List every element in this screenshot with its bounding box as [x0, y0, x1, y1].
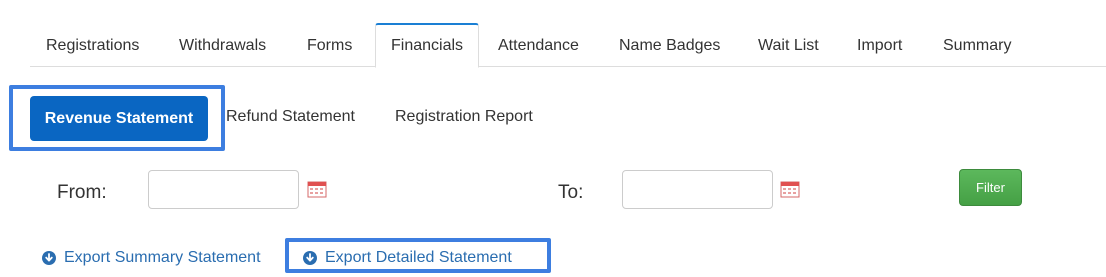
export-detailed-label: Export Detailed Statement: [325, 249, 512, 266]
download-circle-icon: [42, 251, 56, 265]
export-summary-label: Export Summary Statement: [64, 249, 261, 266]
to-label: To:: [558, 182, 584, 203]
filter-button[interactable]: Filter: [959, 169, 1022, 206]
tab-wait-list[interactable]: Wait List: [758, 23, 819, 67]
export-detailed-statement-link[interactable]: Export Detailed Statement: [303, 248, 512, 268]
export-summary-statement-link[interactable]: Export Summary Statement: [42, 248, 261, 268]
tab-financials[interactable]: Financials: [375, 23, 479, 68]
calendar-icon[interactable]: [307, 180, 327, 198]
main-tab-bar: Registrations Withdrawals Forms Financia…: [30, 23, 1106, 68]
tab-attendance[interactable]: Attendance: [498, 23, 579, 67]
download-circle-icon: [303, 251, 317, 265]
tab-forms[interactable]: Forms: [307, 23, 352, 67]
tab-registrations[interactable]: Registrations: [46, 23, 139, 67]
registration-report-tab[interactable]: Registration Report: [395, 108, 533, 126]
tab-summary[interactable]: Summary: [943, 23, 1011, 67]
revenue-statement-button[interactable]: Revenue Statement: [30, 96, 208, 141]
from-label: From:: [57, 182, 107, 203]
tab-import[interactable]: Import: [857, 23, 902, 67]
from-date-input[interactable]: [148, 170, 299, 209]
to-date-input[interactable]: [622, 170, 773, 209]
refund-statement-tab[interactable]: Refund Statement: [226, 108, 355, 126]
calendar-icon[interactable]: [780, 180, 800, 198]
tab-withdrawals[interactable]: Withdrawals: [179, 23, 266, 67]
financials-page: Registrations Withdrawals Forms Financia…: [0, 0, 1106, 277]
tab-name-badges[interactable]: Name Badges: [619, 23, 720, 67]
